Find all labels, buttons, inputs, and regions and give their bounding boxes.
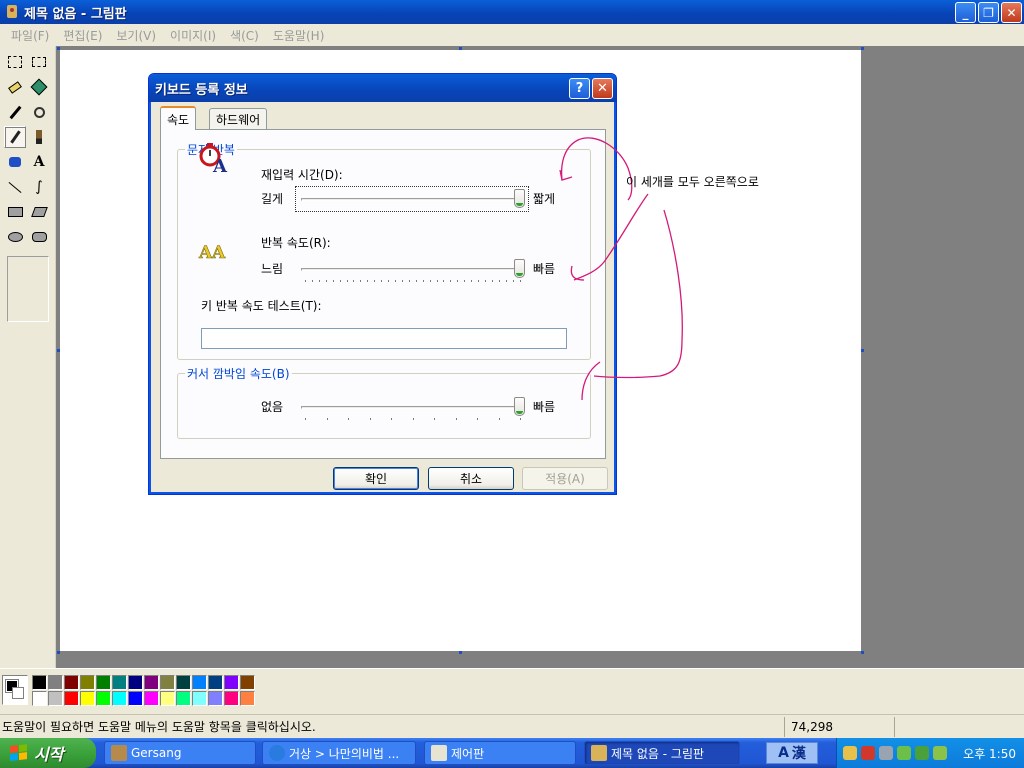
- taskbar-item-control-panel[interactable]: 제어판: [424, 741, 576, 765]
- taskbar-item-label: 거상 > 나만의비법 ...: [289, 746, 400, 761]
- color-swatch[interactable]: [48, 675, 63, 690]
- taskbar-item-gersang[interactable]: Gersang: [104, 741, 256, 765]
- annotation-arrow-top: [560, 137, 633, 201]
- input-mode-english-icon[interactable]: A: [778, 745, 789, 761]
- color-swatch[interactable]: [240, 691, 255, 706]
- color-swatch[interactable]: [176, 675, 191, 690]
- color-swatch[interactable]: [240, 675, 255, 690]
- nvidia-icon[interactable]: [915, 746, 929, 760]
- annotation-strokes: [559, 137, 683, 401]
- color-swatch[interactable]: [48, 691, 63, 706]
- color-swatch[interactable]: [224, 675, 239, 690]
- tab-speed[interactable]: 속도: [160, 106, 197, 130]
- taskbar-item-paint[interactable]: 제목 없음 - 그림판: [584, 741, 740, 765]
- color-swatch[interactable]: [192, 675, 207, 690]
- color-swatch[interactable]: [208, 691, 223, 706]
- color-swatch[interactable]: [192, 691, 207, 706]
- color-swatch[interactable]: [112, 675, 127, 690]
- color-swatch[interactable]: [96, 691, 111, 706]
- input-mode-hanja-icon[interactable]: 漢: [792, 743, 806, 763]
- taskbar-item-browser[interactable]: 거상 > 나만의비법 ...: [262, 741, 416, 765]
- security-shield-icon[interactable]: [843, 746, 857, 760]
- network-icon[interactable]: [879, 746, 893, 760]
- start-button[interactable]: 시작: [0, 738, 96, 768]
- taskbar-item-label: Gersang: [131, 746, 182, 760]
- color-palette-bar: [0, 668, 1024, 714]
- taskbar-item-label: 제어판: [451, 746, 485, 761]
- gersang-icon: [111, 745, 127, 761]
- current-colors[interactable]: [2, 675, 28, 705]
- annotation-arrow-bottom: [593, 209, 683, 379]
- color-swatch[interactable]: [144, 691, 159, 706]
- status-bar: 도움말이 필요하면 도움말 메뉴의 도움말 항목을 클릭하십시오. 74,298: [0, 714, 1024, 738]
- color-swatch[interactable]: [32, 675, 47, 690]
- paint-app-icon: [591, 745, 607, 761]
- color-swatch[interactable]: [128, 691, 143, 706]
- annotation-arrow-middle: [573, 193, 649, 281]
- status-help-text: 도움말이 필요하면 도움말 메뉴의 도움말 항목을 클릭하십시오.: [2, 720, 316, 734]
- system-tray: 오후 1:50: [836, 738, 1024, 768]
- color-swatch[interactable]: [176, 691, 191, 706]
- control-panel-icon: [431, 745, 447, 761]
- language-bar[interactable]: A 漢: [766, 742, 818, 764]
- color-swatch[interactable]: [64, 691, 79, 706]
- annotation-text: 이 세개를 모두 오른쪽으로: [626, 175, 759, 189]
- start-label: 시작: [34, 745, 64, 764]
- color-swatch[interactable]: [32, 691, 47, 706]
- status-coordinates: 74,298: [784, 716, 894, 737]
- color-swatch[interactable]: [80, 691, 95, 706]
- volume-icon[interactable]: [933, 746, 947, 760]
- taskbar: 시작 Gersang 거상 > 나만의비법 ... 제어판 제목 없음 - 그림…: [0, 738, 1024, 768]
- color-swatch[interactable]: [224, 691, 239, 706]
- color-swatch[interactable]: [128, 675, 143, 690]
- alert-icon[interactable]: [861, 746, 875, 760]
- windows-logo-icon: [10, 744, 28, 762]
- annotation-arrowhead-bottom: [581, 361, 601, 401]
- color-swatch[interactable]: [208, 675, 223, 690]
- update-icon[interactable]: [897, 746, 911, 760]
- background-color: [12, 687, 24, 699]
- color-swatch[interactable]: [160, 691, 175, 706]
- color-swatch[interactable]: [96, 675, 111, 690]
- color-swatch[interactable]: [64, 675, 79, 690]
- taskbar-item-label: 제목 없음 - 그림판: [611, 746, 705, 761]
- clock[interactable]: 오후 1:50: [963, 745, 1016, 762]
- color-swatch[interactable]: [160, 675, 175, 690]
- color-swatches: [32, 675, 256, 707]
- color-swatch[interactable]: [80, 675, 95, 690]
- color-swatch[interactable]: [112, 691, 127, 706]
- internet-explorer-icon: [269, 745, 285, 761]
- status-size-pane: [894, 716, 1024, 737]
- color-swatch[interactable]: [144, 675, 159, 690]
